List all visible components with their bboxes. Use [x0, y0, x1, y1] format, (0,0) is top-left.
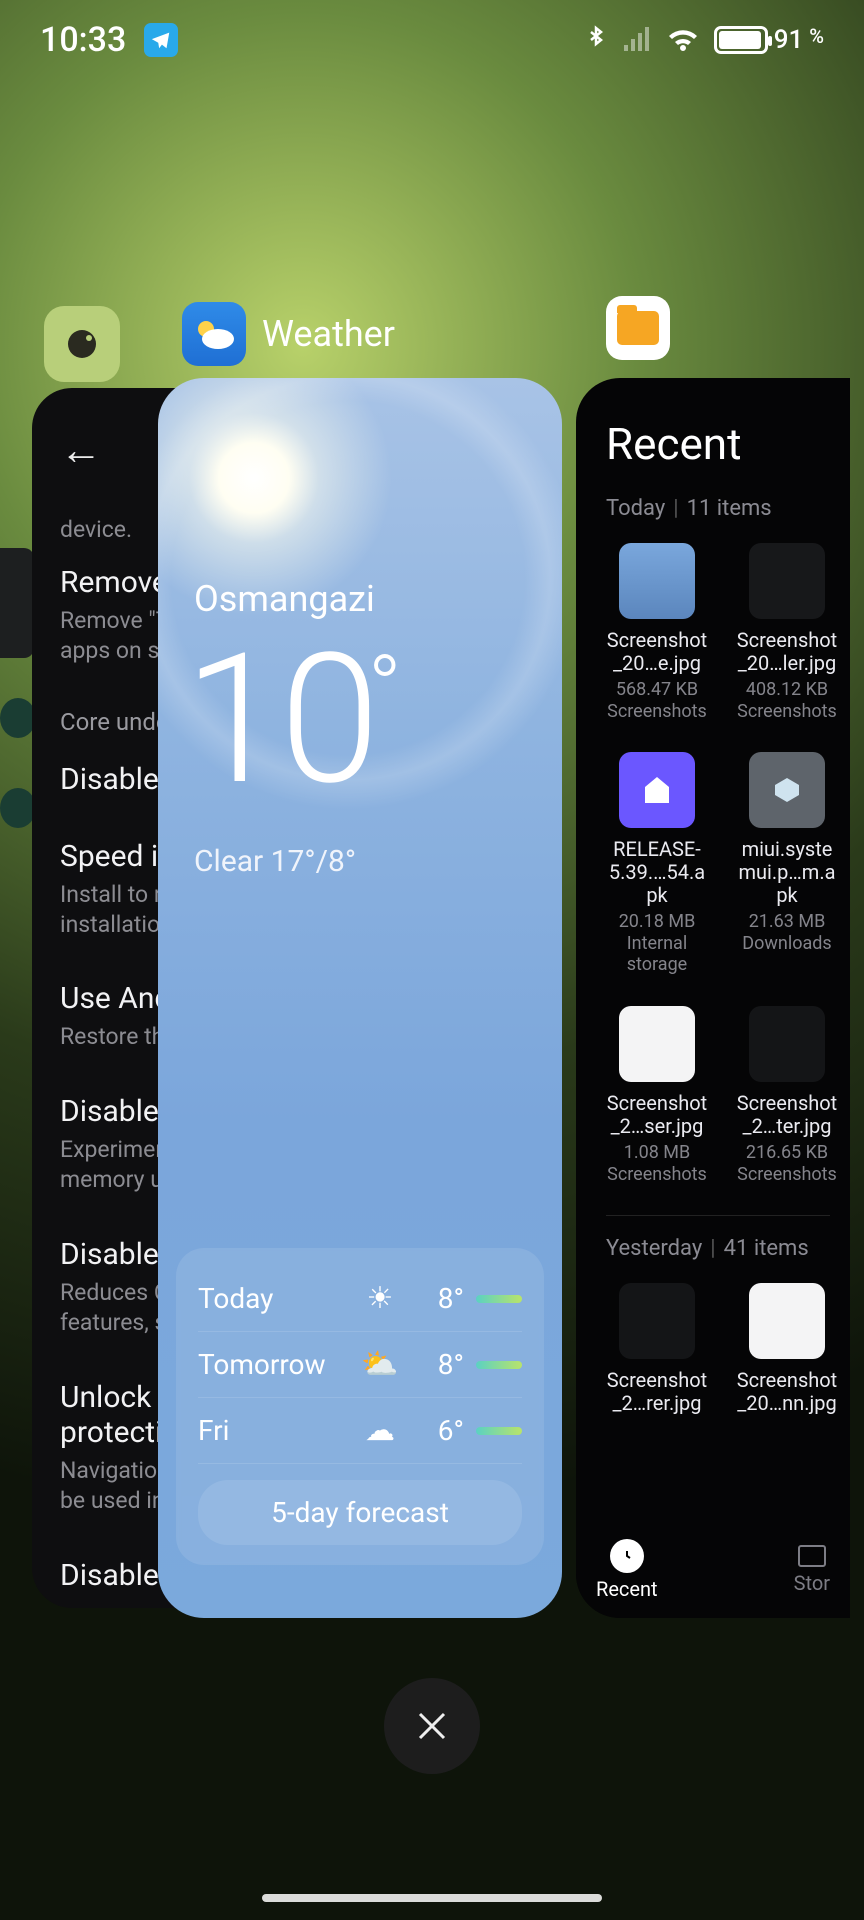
- home-indicator[interactable]: [262, 1894, 602, 1902]
- storage-icon: [798, 1545, 826, 1567]
- status-time: 10:33: [40, 20, 126, 60]
- file-item[interactable]: Screenshot_2…ser.jpg 1.08 MB Screenshots: [606, 1006, 708, 1185]
- battery-indicator: 91%: [714, 25, 824, 55]
- files-section-today: Today|11 items: [606, 496, 850, 521]
- file-item[interactable]: RELEASE-5.39.…54.apk 20.18 MB Internal s…: [606, 752, 708, 976]
- files-title: Recent: [606, 418, 850, 470]
- cloud-icon: ☁: [356, 1413, 404, 1448]
- sun-icon: ☀: [356, 1281, 404, 1316]
- wifi-icon: [666, 27, 700, 53]
- thumbnail: [619, 1283, 695, 1359]
- thumbnail: [749, 543, 825, 619]
- file-name: Screenshot_2…rer.jpg: [606, 1369, 708, 1415]
- divider: [606, 1215, 830, 1216]
- weather-condition: Clear 17°/8°: [194, 844, 356, 879]
- weather-app-icon[interactable]: [182, 302, 246, 366]
- forecast-row[interactable]: Today ☀ 8°: [198, 1266, 522, 1332]
- files-bottom-nav: Recent Stor: [576, 1522, 850, 1618]
- signal-icon: [622, 27, 652, 53]
- files-card-header: [606, 296, 670, 360]
- file-size: 216.65 KB: [736, 1142, 838, 1164]
- recent-app-weather[interactable]: Osmangazi 10° Clear 17°/8° Today ☀ 8° To…: [158, 378, 562, 1618]
- partly-cloudy-icon: ⛅: [356, 1347, 404, 1382]
- thumbnail: [619, 1006, 695, 1082]
- status-bar: 10:33 91%: [0, 0, 864, 80]
- forecast-day: Today: [198, 1282, 356, 1315]
- file-name: Screenshot_2…ter.jpg: [736, 1092, 838, 1138]
- recent-app-files[interactable]: Recent Today|11 items Screenshot_20…e.jp…: [576, 378, 850, 1618]
- forecast-row[interactable]: Tomorrow ⛅ 8°: [198, 1332, 522, 1398]
- temp-bar: [476, 1361, 522, 1369]
- file-item[interactable]: Screenshot_20…nn.jpg: [736, 1283, 838, 1419]
- nav-storage[interactable]: Stor: [794, 1545, 830, 1595]
- forecast-day: Tomorrow: [198, 1348, 356, 1381]
- file-item[interactable]: Screenshot_20…e.jpg 568.47 KB Screenshot…: [606, 543, 708, 722]
- forecast-panel: Today ☀ 8° Tomorrow ⛅ 8° Fri ☁ 6° 5-day …: [176, 1248, 544, 1565]
- thumbnail: [619, 543, 695, 619]
- close-icon: [414, 1708, 450, 1744]
- files-app-icon[interactable]: [606, 296, 670, 360]
- file-item[interactable]: miui.systemui.p…m.apk 21.63 MB Downloads: [736, 752, 838, 976]
- file-name: Screenshot_20…nn.jpg: [736, 1369, 838, 1415]
- forecast-row[interactable]: Fri ☁ 6°: [198, 1398, 522, 1464]
- file-location: Screenshots: [606, 701, 708, 723]
- weather-card-header: Weather: [182, 302, 395, 366]
- clock-icon: [610, 1539, 644, 1573]
- file-location: Screenshots: [736, 1164, 838, 1186]
- file-size: 21.63 MB: [736, 911, 838, 933]
- weather-temperature: 10°: [184, 630, 406, 810]
- file-size: 1.08 MB: [606, 1142, 708, 1164]
- nav-recent[interactable]: Recent: [596, 1539, 658, 1601]
- forecast-temp: 6°: [404, 1414, 464, 1447]
- file-location: Internal storage: [606, 933, 708, 976]
- thumbnail: [749, 1283, 825, 1359]
- forecast-temp: 8°: [404, 1282, 464, 1315]
- close-all-button[interactable]: [384, 1678, 480, 1774]
- file-name: RELEASE-5.39.…54.apk: [606, 838, 708, 907]
- file-location: Screenshots: [736, 701, 838, 723]
- five-day-forecast-button[interactable]: 5-day forecast: [198, 1480, 522, 1545]
- file-item[interactable]: Screenshot_2…rer.jpg: [606, 1283, 708, 1419]
- folder-icon: [617, 311, 659, 345]
- telegram-icon: [144, 23, 178, 57]
- file-name: Screenshot_2…ser.jpg: [606, 1092, 708, 1138]
- thumbnail: [749, 1006, 825, 1082]
- file-size: 568.47 KB: [606, 679, 708, 701]
- file-size: 408.12 KB: [736, 679, 838, 701]
- file-name: Screenshot_20…e.jpg: [606, 629, 708, 675]
- settings-app-icon[interactable]: [44, 306, 120, 382]
- forecast-temp: 8°: [404, 1348, 464, 1381]
- bluetooth-icon: [584, 24, 608, 56]
- file-item[interactable]: Screenshot_20…ler.jpg 408.12 KB Screensh…: [736, 543, 838, 722]
- file-item[interactable]: Screenshot_2…ter.jpg 216.65 KB Screensho…: [736, 1006, 838, 1185]
- file-location: Screenshots: [606, 1164, 708, 1186]
- file-name: miui.systemui.p…m.apk: [736, 838, 838, 907]
- apk-icon: [619, 752, 695, 828]
- file-size: 20.18 MB: [606, 911, 708, 933]
- apk-icon: [749, 752, 825, 828]
- files-section-yesterday: Yesterday|41 items: [606, 1236, 850, 1261]
- weather-card-title: Weather: [262, 313, 395, 355]
- forecast-day: Fri: [198, 1414, 356, 1447]
- temp-bar: [476, 1295, 522, 1303]
- temp-bar: [476, 1427, 522, 1435]
- file-name: Screenshot_20…ler.jpg: [736, 629, 838, 675]
- file-location: Downloads: [736, 933, 838, 955]
